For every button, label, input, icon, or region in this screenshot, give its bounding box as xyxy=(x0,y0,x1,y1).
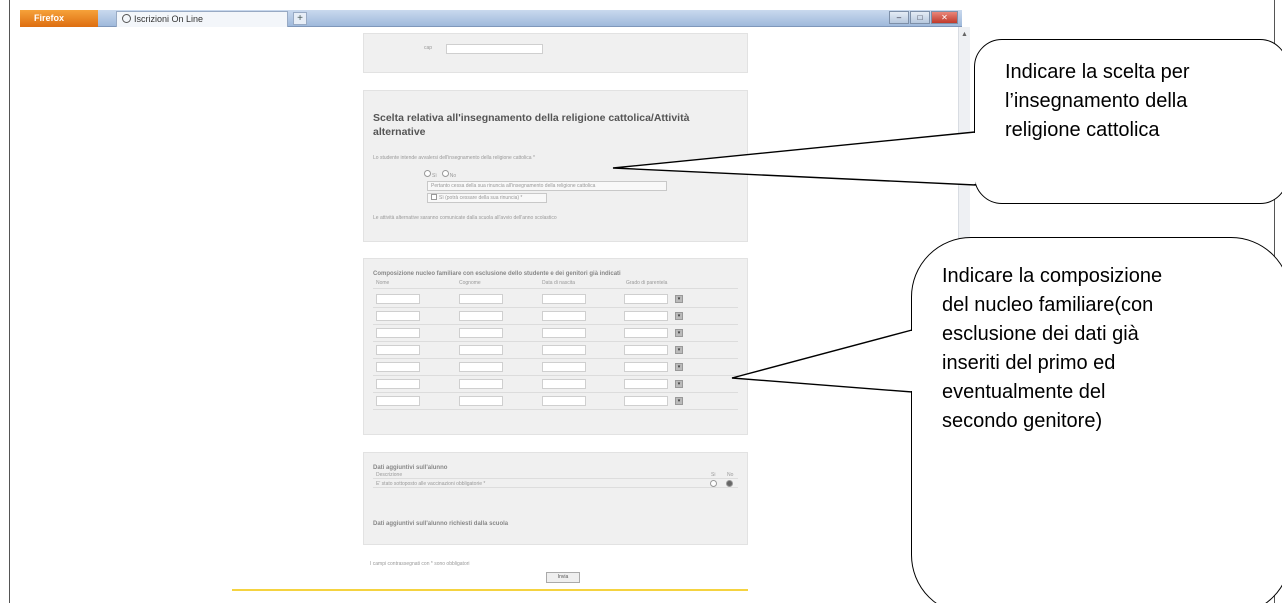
callout-religion-line-3: religione cattolica xyxy=(1005,119,1160,141)
minimize-button[interactable]: – xyxy=(889,11,909,24)
family-row-5-field-4[interactable] xyxy=(624,362,668,372)
family-row-1-field-1[interactable] xyxy=(376,294,420,304)
col-header-data-nascita: Data di nascita xyxy=(542,280,576,286)
family-row-divider xyxy=(373,392,738,393)
callout-family-line-5: eventualmente del xyxy=(942,381,1106,403)
checkbox-icon xyxy=(431,194,437,200)
family-row-divider xyxy=(373,375,738,376)
additional-data-panel: Dati aggiuntivi sull'alunno Descrizione … xyxy=(363,452,748,545)
family-row-2-field-4[interactable] xyxy=(624,311,668,321)
family-row-4-field-1[interactable] xyxy=(376,345,420,355)
callout-religion: Indicare la scelta per l’insegnamento de… xyxy=(974,39,1282,204)
submit-button[interactable]: Invia xyxy=(546,572,580,583)
callout-family-line-6: secondo genitore) xyxy=(942,410,1103,432)
dropdown-arrow-icon[interactable]: ▾ xyxy=(675,346,683,354)
family-title: Composizione nucleo familiare con esclus… xyxy=(373,271,621,277)
dropdown-arrow-icon[interactable]: ▾ xyxy=(675,380,683,388)
dropdown-arrow-icon[interactable]: ▾ xyxy=(675,329,683,337)
additional-school-title: Dati aggiuntivi sull'alunno richiesti da… xyxy=(373,521,509,527)
family-row-3-field-3[interactable] xyxy=(542,328,586,338)
dropdown-arrow-icon[interactable]: ▾ xyxy=(675,295,683,303)
close-button[interactable]: ✕ xyxy=(931,11,958,24)
family-row-7-field-3[interactable] xyxy=(542,396,586,406)
family-row-6-field-1[interactable] xyxy=(376,379,420,389)
dropdown-arrow-icon[interactable]: ▾ xyxy=(675,397,683,405)
callout-family-line-2: del nucleo familiare(con xyxy=(942,294,1154,316)
family-row-divider xyxy=(373,341,738,342)
callout-religion-line-2: l’insegnamento della xyxy=(1005,90,1188,112)
family-row-4-field-2[interactable] xyxy=(459,345,503,355)
family-row-7-field-1[interactable] xyxy=(376,396,420,406)
family-row-1-field-2[interactable] xyxy=(459,294,503,304)
maximize-button[interactable]: □ xyxy=(910,11,930,24)
religion-note: Le attività alternative saranno comunica… xyxy=(373,215,557,221)
page-favicon-icon xyxy=(122,14,131,23)
callout-family-line-3: esclusione dei dati già xyxy=(942,323,1139,345)
new-tab-button[interactable]: + xyxy=(293,12,307,25)
family-row-divider xyxy=(373,358,738,359)
religion-option-line: Pertanto cessa della sua rinuncia all'in… xyxy=(427,181,667,191)
family-row-6-field-3[interactable] xyxy=(542,379,586,389)
religion-checkbox-line[interactable]: Sì (potrà cessare della sua rinuncia) * xyxy=(427,193,547,203)
religion-question: Lo studente intende avvalersi dell'inseg… xyxy=(373,155,535,161)
family-row-5-field-2[interactable] xyxy=(459,362,503,372)
cap-input[interactable] xyxy=(446,44,543,54)
cap-label: cap xyxy=(424,45,433,51)
tab-title: Iscrizioni On Line xyxy=(134,14,204,24)
family-row-1-field-3[interactable] xyxy=(542,294,586,304)
firefox-menu-button[interactable]: Firefox xyxy=(20,10,98,27)
religion-panel: Scelta relativa all'insegnamento della r… xyxy=(363,90,748,242)
radio-yes-icon xyxy=(424,170,431,177)
religion-title: Scelta relativa all'insegnamento della r… xyxy=(373,112,690,138)
col-header-nome: Nome xyxy=(376,280,390,286)
footer-bar xyxy=(232,589,748,591)
family-row-3-field-4[interactable] xyxy=(624,328,668,338)
vaccination-yes-radio[interactable] xyxy=(710,480,717,487)
family-row-2-field-3[interactable] xyxy=(542,311,586,321)
family-row-6-field-2[interactable] xyxy=(459,379,503,389)
vaccination-no-radio[interactable] xyxy=(726,480,733,487)
family-row-3-field-2[interactable] xyxy=(459,328,503,338)
family-row-5-field-3[interactable] xyxy=(542,362,586,372)
family-row-6-field-4[interactable] xyxy=(624,379,668,389)
radio-no-icon xyxy=(441,170,449,177)
family-row-5-field-1[interactable] xyxy=(376,362,420,372)
family-row-7-field-2[interactable] xyxy=(459,396,503,406)
family-row-divider xyxy=(373,409,738,410)
radio-yes[interactable]: Sì xyxy=(424,170,437,179)
scroll-up-arrow-icon[interactable]: ▲ xyxy=(959,31,970,38)
family-row-2-field-1[interactable] xyxy=(376,311,420,321)
col-header-cognome: Cognome xyxy=(459,280,481,286)
family-row-2-field-2[interactable] xyxy=(459,311,503,321)
family-header-divider xyxy=(373,288,738,289)
family-row-3-field-1[interactable] xyxy=(376,328,420,338)
browser-titlebar: Firefox Iscrizioni On Line + – □ ✕ xyxy=(20,10,962,27)
family-panel: Composizione nucleo familiare con esclus… xyxy=(363,258,748,435)
family-row-divider xyxy=(373,307,738,308)
family-row-7-field-4[interactable] xyxy=(624,396,668,406)
radio-no[interactable]: No xyxy=(441,170,456,179)
vaccination-row: E' stato sottoposto alle vaccinazioni ob… xyxy=(373,478,738,488)
dropdown-arrow-icon[interactable]: ▾ xyxy=(675,312,683,320)
browser-tab[interactable]: Iscrizioni On Line xyxy=(116,11,288,27)
dropdown-arrow-icon[interactable]: ▾ xyxy=(675,363,683,371)
family-row-4-field-4[interactable] xyxy=(624,345,668,355)
callout-religion-line-1: Indicare la scelta per xyxy=(1005,61,1190,83)
col-header-grado-parentela: Grado di parentela xyxy=(626,280,668,286)
required-footnote: I campi contrassegnati con * sono obblig… xyxy=(370,561,470,567)
religion-radio-group: Sì No xyxy=(424,170,456,179)
callout-family-line-4: inseriti del primo ed xyxy=(942,352,1116,374)
callout-family-line-1: Indicare la composizione xyxy=(942,265,1163,287)
window-controls: – □ ✕ xyxy=(889,11,958,24)
additional-title: Dati aggiuntivi sull'alunno xyxy=(373,465,448,471)
vaccination-label: E' stato sottoposto alle vaccinazioni ob… xyxy=(376,481,486,487)
family-row-1-field-4[interactable] xyxy=(624,294,668,304)
family-row-divider xyxy=(373,324,738,325)
family-row-4-field-3[interactable] xyxy=(542,345,586,355)
callout-family: Indicare la composizione del nucleo fami… xyxy=(911,237,1282,603)
address-panel: cap xyxy=(363,33,748,73)
